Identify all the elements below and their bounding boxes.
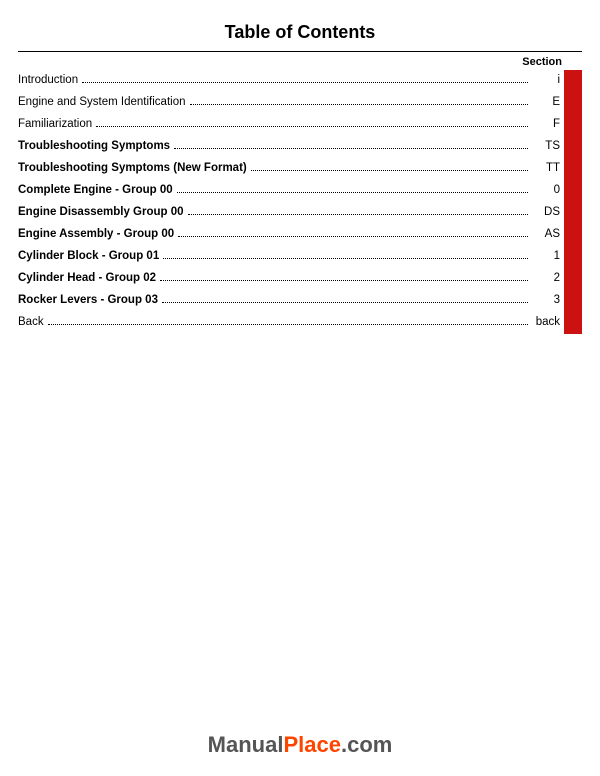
section-tab [564,312,582,334]
table-row: Engine Assembly - Group 00 AS [18,224,582,246]
toc-dots [162,302,528,303]
toc-label: Troubleshooting Symptoms (New Format) [18,162,247,174]
table-row: Back back [18,312,582,334]
section-tab [564,158,582,180]
section-header-label: Section [522,56,562,68]
table-row: Rocker Levers - Group 03 3 [18,290,582,312]
table-row: Introduction i [18,70,582,92]
table-row: Complete Engine - Group 00 0 [18,180,582,202]
page-title: Table of Contents [225,22,376,42]
toc-dots [178,236,528,237]
section-tab [564,246,582,268]
toc-section: 0 [532,184,560,196]
toc-label: Familiarization [18,118,92,130]
footer-manual: Manual [208,732,284,757]
toc-section: DS [532,206,560,218]
footer-place: Place [283,732,341,757]
toc-dots [190,104,529,105]
section-tab [564,268,582,290]
section-tab [564,224,582,246]
toc-section: 3 [532,294,560,306]
toc-label: Cylinder Block - Group 01 [18,250,159,262]
section-tab [564,202,582,224]
toc-label: Rocker Levers - Group 03 [18,294,158,306]
footer-area: ManualPlace.com [0,732,600,758]
toc-section: TS [532,140,560,152]
toc-section: 2 [532,272,560,284]
section-header-row: Section [0,52,600,70]
toc-dots [96,126,528,127]
title-area: Table of Contents [0,0,600,51]
table-row: Cylinder Block - Group 01 1 [18,246,582,268]
section-tab [564,180,582,202]
toc-section: i [532,74,560,86]
toc-label: Cylinder Head - Group 02 [18,272,156,284]
toc-rows-wrapper: Introduction i Engine and System Identific… [0,70,600,334]
toc-dots [48,324,528,325]
toc-section: 1 [532,250,560,262]
footer-com: .com [341,732,392,757]
section-tab [564,70,582,92]
section-tab [564,290,582,312]
toc-section: TT [532,162,560,174]
section-tab [564,136,582,158]
table-row: Cylinder Head - Group 02 2 [18,268,582,290]
toc-label: Back [18,316,44,328]
toc-dots [251,170,528,171]
section-tab [564,92,582,114]
table-row: Familiarization F [18,114,582,136]
toc-dots [163,258,528,259]
toc-section: back [532,316,560,328]
toc-label: Complete Engine - Group 00 [18,184,173,196]
toc-section: E [532,96,560,108]
toc-label: Introduction [18,74,78,86]
toc-label: Engine Assembly - Group 00 [18,228,174,240]
table-row: Troubleshooting Symptoms TS [18,136,582,158]
toc-section: F [532,118,560,130]
toc-section: AS [532,228,560,240]
toc-label: Engine Disassembly Group 00 [18,206,184,218]
toc-dots [82,82,528,83]
toc-label: Engine and System Identification [18,96,186,108]
toc-dots [160,280,528,281]
toc-dots [177,192,528,193]
toc-dots [188,214,528,215]
toc-label: Troubleshooting Symptoms [18,140,170,152]
footer-brand: ManualPlace.com [208,732,393,757]
toc-dots [174,148,528,149]
page-container: Table of Contents Section IntroductioniE… [0,0,600,776]
section-tab [564,114,582,136]
table-row: Troubleshooting Symptoms (New Format) TT [18,158,582,180]
table-row: Engine and System Identification E [18,92,582,114]
table-row: Engine Disassembly Group 00 DS [18,202,582,224]
